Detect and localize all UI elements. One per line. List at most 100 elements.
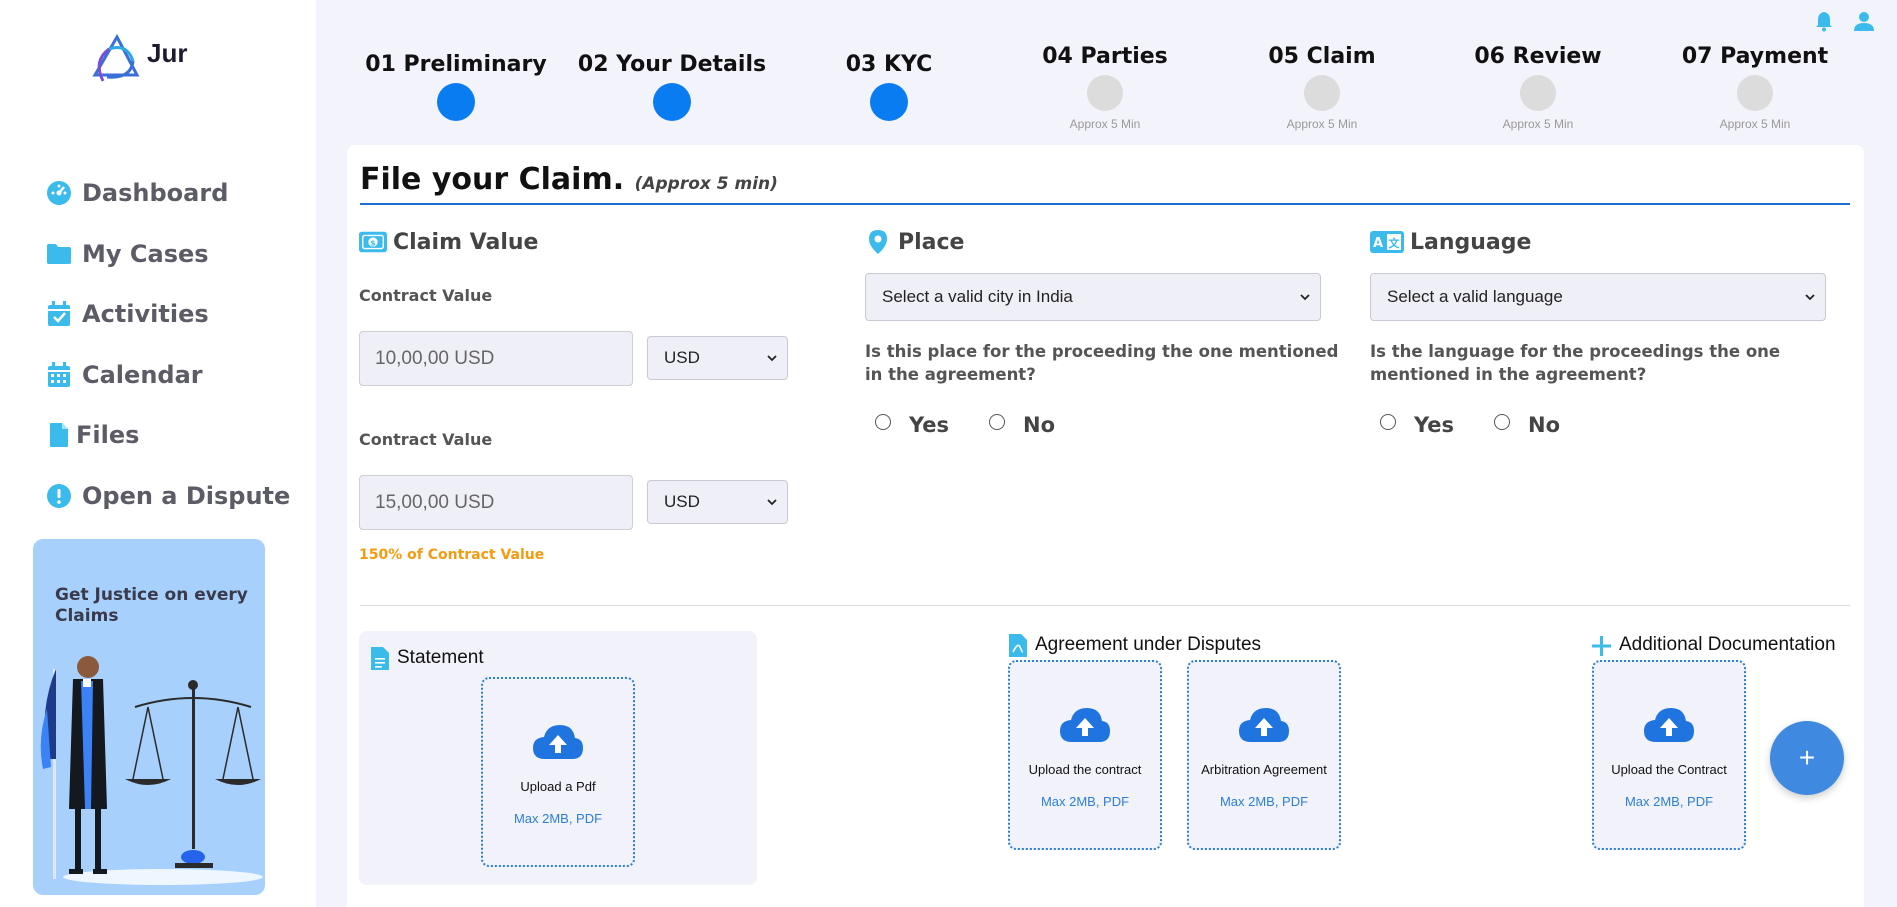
place-no-label[interactable]: No xyxy=(1023,413,1055,437)
dashboard-icon xyxy=(46,180,72,206)
step-dot xyxy=(1304,75,1340,111)
jur-logo-icon xyxy=(92,33,140,82)
sidebar-item-label: Open a Dispute xyxy=(82,481,291,510)
step-dot xyxy=(653,83,691,121)
contract-value-label: Contract Value xyxy=(359,430,493,449)
pdf-file-icon xyxy=(1009,634,1027,657)
step-dot xyxy=(1520,75,1556,111)
sidebar-item-open-dispute[interactable]: Open a Dispute xyxy=(46,466,290,527)
step-duration: Approx 5 Min xyxy=(1069,117,1141,131)
language-no-label[interactable]: No xyxy=(1528,413,1560,437)
language-no-radio[interactable] xyxy=(1494,414,1511,430)
chevron-down-icon xyxy=(767,355,777,362)
sidebar-item-label: Dashboard xyxy=(82,179,229,208)
language-yes-radio[interactable] xyxy=(1380,414,1396,430)
step-dot xyxy=(1087,75,1123,111)
sidebar: Jur Dashboard My Cases Activities Calend… xyxy=(0,0,316,907)
city-select[interactable]: Select a valid city in India xyxy=(865,273,1321,321)
step-claim[interactable]: 05 Claim Approx 5 Min xyxy=(1222,44,1422,131)
user-icon[interactable] xyxy=(1853,10,1875,32)
currency-select[interactable]: USD xyxy=(647,480,788,524)
place-heading: Place xyxy=(864,229,964,255)
svg-text:A: A xyxy=(1373,236,1383,251)
sidebar-item-dashboard[interactable]: Dashboard xyxy=(46,163,290,224)
contract-value-label: Contract Value xyxy=(359,286,493,305)
folder-icon xyxy=(46,241,72,267)
place-yes-radio[interactable] xyxy=(875,414,891,430)
step-parties[interactable]: 04 Parties Approx 5 Min xyxy=(1005,44,1205,131)
logo[interactable]: Jur xyxy=(87,31,187,87)
language-heading-text: Language xyxy=(1410,229,1532,255)
chevron-down-icon xyxy=(767,499,777,506)
statement-heading-text: Statement xyxy=(397,647,484,668)
language-select-value: Select a valid language xyxy=(1387,287,1563,306)
sidebar-item-label: My Cases xyxy=(82,239,209,268)
alert-icon xyxy=(46,483,72,509)
upload-statement-dropzone[interactable]: Upload a Pdf Max 2MB, PDF xyxy=(481,677,635,867)
promo-text: Get Justice on every Claims xyxy=(55,585,248,626)
step-label: 01 Preliminary xyxy=(365,52,547,77)
upload-contract-dropzone[interactable]: Upload the contract Max 2MB, PDF xyxy=(1008,660,1162,850)
language-select[interactable]: Select a valid language xyxy=(1370,273,1826,321)
upload-arbitration-dropzone[interactable]: Arbitration Agreement Max 2MB, PDF xyxy=(1187,660,1341,850)
cloud-upload-icon xyxy=(1644,708,1694,742)
upload-hint: Max 2MB, PDF xyxy=(1219,794,1309,809)
plus-icon xyxy=(1592,636,1611,656)
sidebar-item-label: Calendar xyxy=(82,360,203,389)
upload-title: Upload the contract xyxy=(1028,762,1142,777)
language-yes-label[interactable]: Yes xyxy=(1414,413,1454,437)
sidebar-item-my-cases[interactable]: My Cases xyxy=(46,224,290,285)
step-your-details[interactable]: 02 Your Details xyxy=(572,52,772,121)
step-payment[interactable]: 07 Payment Approx 5 Min xyxy=(1655,44,1855,131)
currency-select[interactable]: USD xyxy=(647,336,788,380)
contract-value-input[interactable]: 10,00,00 USD xyxy=(359,331,633,386)
step-preliminary[interactable]: 01 Preliminary xyxy=(356,52,556,121)
place-heading-text: Place xyxy=(898,229,965,255)
sidebar-item-calendar[interactable]: Calendar xyxy=(46,345,290,406)
add-document-button[interactable]: + xyxy=(1770,721,1844,795)
upload-hint: Max 2MB, PDF xyxy=(1040,794,1130,809)
cloud-upload-icon xyxy=(533,725,583,759)
upload-title: Upload a Pdf xyxy=(520,779,596,794)
claim-value-heading-text: Claim Value xyxy=(393,229,539,255)
money-icon: $ xyxy=(359,229,387,255)
page-title-text: File your Claim. xyxy=(360,162,625,197)
cloud-upload-icon xyxy=(1239,708,1289,742)
claim-value-heading: $ Claim Value xyxy=(359,229,538,255)
place-radio-group: Yes No xyxy=(875,407,1095,437)
sidebar-item-files[interactable]: Files xyxy=(46,405,290,466)
title-underline xyxy=(360,203,1850,205)
sidebar-nav: Dashboard My Cases Activities Calendar F… xyxy=(46,163,290,526)
top-bar-icons xyxy=(1813,10,1875,32)
statement-section: Statement Upload a Pdf Max 2MB, PDF xyxy=(359,631,757,885)
currency-select-value: USD xyxy=(664,492,700,511)
svg-text:$: $ xyxy=(370,238,375,247)
justice-illustration xyxy=(40,656,263,885)
place-no-radio[interactable] xyxy=(989,414,1006,430)
language-heading: A文 Language xyxy=(1370,229,1531,255)
calendar-check-icon xyxy=(46,301,72,327)
agreement-heading-text: Agreement under Disputes xyxy=(1035,634,1262,655)
claim-form-card: File your Claim. (Approx 5 min) $ Claim … xyxy=(347,145,1864,907)
city-select-value: Select a valid city in India xyxy=(882,287,1073,306)
page-title-note: (Approx 5 min) xyxy=(634,174,778,194)
claim-value-input[interactable]: 15,00,00 USD xyxy=(359,475,633,530)
language-radio-group: Yes No xyxy=(1380,407,1600,437)
section-divider xyxy=(360,605,1850,606)
chevron-down-icon xyxy=(1805,294,1815,301)
sidebar-item-label: Activities xyxy=(82,300,209,329)
svg-text:文: 文 xyxy=(1389,236,1401,250)
step-label: 03 KYC xyxy=(845,52,933,77)
additional-docs-heading-text: Additional Documentation xyxy=(1619,634,1836,655)
upload-hint: Max 2MB, PDF xyxy=(513,811,603,826)
claim-value-note: 150% of Contract Value xyxy=(359,547,545,563)
location-pin-icon xyxy=(864,229,892,255)
step-review[interactable]: 06 Review Approx 5 Min xyxy=(1438,44,1638,131)
step-dot xyxy=(437,83,475,121)
statement-heading: Statement xyxy=(369,645,484,671)
sidebar-item-activities[interactable]: Activities xyxy=(46,284,290,345)
place-yes-label[interactable]: Yes xyxy=(909,413,949,437)
upload-additional-dropzone[interactable]: Upload the Contract Max 2MB, PDF xyxy=(1592,660,1746,850)
bell-icon[interactable] xyxy=(1813,10,1835,32)
step-kyc[interactable]: 03 KYC xyxy=(789,52,989,121)
